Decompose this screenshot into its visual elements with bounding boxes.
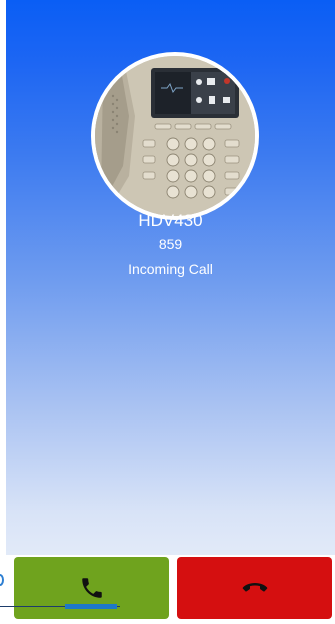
phone-handset-icon [81,578,102,598]
answer-call-button[interactable] [14,557,169,619]
caller-name: HDV430 [138,211,203,230]
decline-call-button[interactable] [177,557,332,619]
overlay-marker [0,574,4,586]
call-action-bar [6,555,335,624]
caller-avatar [91,52,259,220]
incoming-call-screen: HDV430 859 Incoming Call [6,0,335,624]
caller-number: 859 [158,236,183,252]
desk-phone-photo [95,56,255,216]
call-status-label: Incoming Call [128,261,213,277]
overlay-highlight [65,604,117,609]
hang-up-icon [242,583,267,592]
